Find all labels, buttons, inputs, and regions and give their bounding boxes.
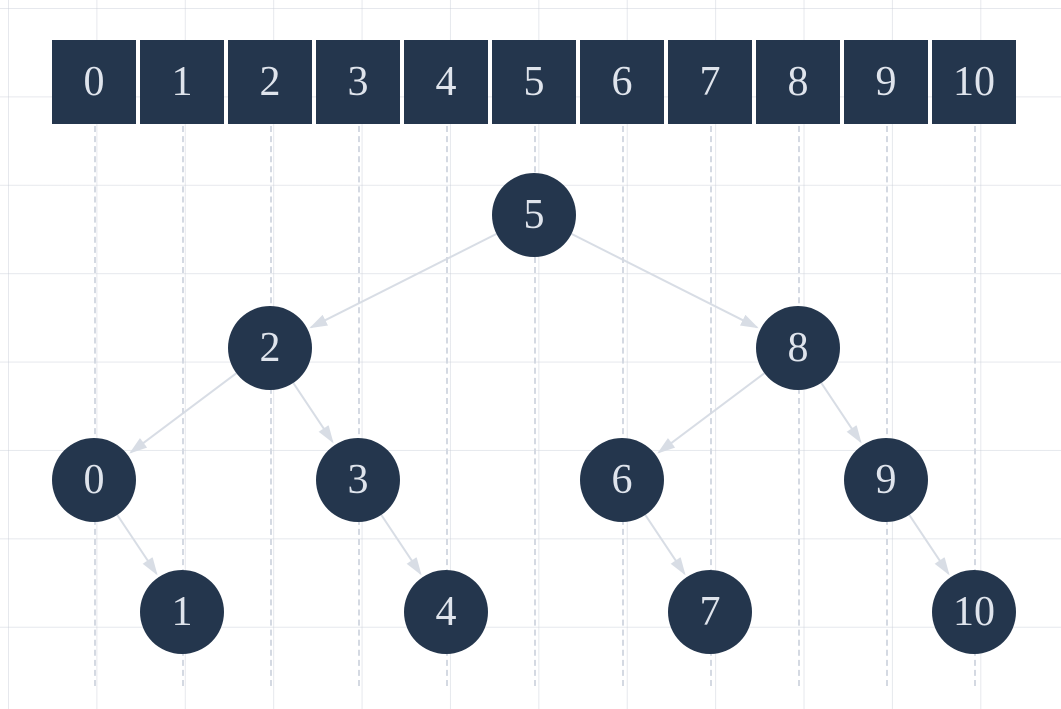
tree-node: 8 (756, 306, 840, 390)
guide-line (94, 126, 96, 686)
array-cell: 5 (492, 40, 576, 124)
array-cell: 6 (580, 40, 664, 124)
tree-node: 4 (404, 570, 488, 654)
tree-node: 9 (844, 438, 928, 522)
array-cell: 9 (844, 40, 928, 124)
array-cell: 4 (404, 40, 488, 124)
diagram-stage: 012345678910 528036914710 (0, 0, 1061, 709)
array-cell: 1 (140, 40, 224, 124)
guide-line (886, 126, 888, 686)
guide-line (270, 126, 272, 686)
array-cell: 3 (316, 40, 400, 124)
array-cell: 7 (668, 40, 752, 124)
array-cell: 0 (52, 40, 136, 124)
tree-node: 7 (668, 570, 752, 654)
tree-node: 5 (492, 173, 576, 257)
tree-node: 1 (140, 570, 224, 654)
tree-node: 0 (52, 438, 136, 522)
guide-line (622, 126, 624, 686)
tree-node: 2 (228, 306, 312, 390)
array-cell: 10 (932, 40, 1016, 124)
array-cell: 8 (756, 40, 840, 124)
guide-line (358, 126, 360, 686)
tree-node: 6 (580, 438, 664, 522)
tree-node: 3 (316, 438, 400, 522)
array-cell: 2 (228, 40, 312, 124)
guide-line (798, 126, 800, 686)
tree-node: 10 (932, 570, 1016, 654)
